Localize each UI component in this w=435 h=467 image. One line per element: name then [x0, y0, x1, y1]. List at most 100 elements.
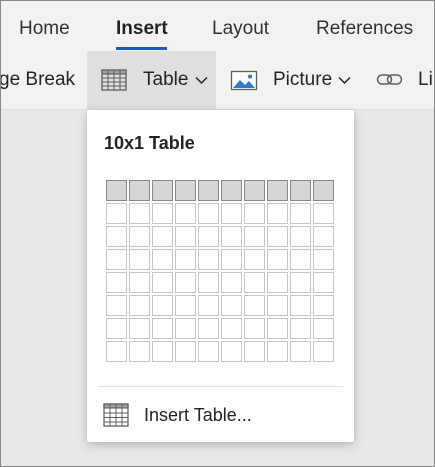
grid-cell[interactable]	[129, 341, 150, 362]
grid-cell[interactable]	[106, 226, 127, 247]
grid-cell[interactable]	[129, 249, 150, 270]
grid-cell[interactable]	[106, 272, 127, 293]
grid-cell-selected[interactable]	[221, 180, 242, 201]
page-break-button[interactable]: ge Break	[1, 51, 75, 109]
grid-cell[interactable]	[244, 295, 265, 316]
grid-cell[interactable]	[244, 341, 265, 362]
grid-cell[interactable]	[313, 203, 334, 224]
grid-cell[interactable]	[290, 318, 311, 339]
grid-cell[interactable]	[313, 318, 334, 339]
grid-cell[interactable]	[198, 249, 219, 270]
insert-table-menu-item[interactable]: Insert Table...	[87, 396, 354, 436]
active-tab-indicator	[116, 47, 167, 50]
grid-cell[interactable]	[106, 295, 127, 316]
grid-cell[interactable]	[152, 226, 173, 247]
grid-cell[interactable]	[290, 295, 311, 316]
grid-cell[interactable]	[221, 249, 242, 270]
grid-cell[interactable]	[152, 295, 173, 316]
grid-cell[interactable]	[267, 295, 288, 316]
grid-cell[interactable]	[152, 249, 173, 270]
grid-cell[interactable]	[198, 341, 219, 362]
grid-cell-selected[interactable]	[267, 180, 288, 201]
grid-cell-selected[interactable]	[152, 180, 173, 201]
grid-cell[interactable]	[313, 341, 334, 362]
grid-cell[interactable]	[152, 341, 173, 362]
grid-cell[interactable]	[221, 295, 242, 316]
grid-cell[interactable]	[290, 341, 311, 362]
tab-insert[interactable]: Insert	[116, 18, 168, 40]
grid-cell[interactable]	[244, 249, 265, 270]
grid-cell[interactable]	[175, 318, 196, 339]
grid-cell[interactable]	[129, 318, 150, 339]
grid-cell[interactable]	[244, 318, 265, 339]
grid-cell[interactable]	[221, 272, 242, 293]
table-size-label: 10x1 Table	[104, 133, 195, 153]
grid-cell[interactable]	[152, 318, 173, 339]
grid-cell-selected[interactable]	[244, 180, 265, 201]
grid-cell[interactable]	[290, 272, 311, 293]
grid-cell[interactable]	[290, 249, 311, 270]
grid-cell[interactable]	[106, 318, 127, 339]
grid-cell[interactable]	[198, 272, 219, 293]
grid-cell[interactable]	[244, 272, 265, 293]
grid-cell[interactable]	[267, 318, 288, 339]
grid-cell[interactable]	[313, 272, 334, 293]
grid-cell[interactable]	[198, 318, 219, 339]
table-grid-picker[interactable]	[106, 180, 337, 365]
grid-cell[interactable]	[267, 341, 288, 362]
tab-references[interactable]: References	[316, 18, 413, 40]
grid-cell[interactable]	[267, 226, 288, 247]
grid-cell[interactable]	[129, 272, 150, 293]
grid-cell[interactable]	[198, 203, 219, 224]
chevron-down-icon	[195, 76, 208, 85]
window-frame: Home Insert Layout References ge Break T…	[0, 0, 435, 467]
grid-cell[interactable]	[175, 226, 196, 247]
grid-cell[interactable]	[313, 295, 334, 316]
grid-cell[interactable]	[290, 226, 311, 247]
grid-cell[interactable]	[106, 249, 127, 270]
grid-cell[interactable]	[313, 249, 334, 270]
picture-button[interactable]: Picture	[230, 51, 351, 109]
grid-cell[interactable]	[175, 341, 196, 362]
grid-cell-selected[interactable]	[129, 180, 150, 201]
grid-cell[interactable]	[129, 203, 150, 224]
grid-cell[interactable]	[106, 341, 127, 362]
grid-cell-selected[interactable]	[106, 180, 127, 201]
table-button-label: Table	[143, 69, 189, 90]
grid-cell[interactable]	[221, 203, 242, 224]
grid-cell-selected[interactable]	[313, 180, 334, 201]
grid-cell[interactable]	[175, 249, 196, 270]
grid-cell[interactable]	[221, 341, 242, 362]
grid-cell-selected[interactable]	[198, 180, 219, 201]
grid-cell[interactable]	[221, 226, 242, 247]
grid-cell[interactable]	[198, 226, 219, 247]
grid-cell[interactable]	[198, 295, 219, 316]
grid-cell[interactable]	[175, 272, 196, 293]
insert-table-label: Insert Table...	[144, 405, 252, 425]
grid-cell[interactable]	[152, 272, 173, 293]
grid-cell[interactable]	[290, 203, 311, 224]
link-icon	[376, 71, 404, 89]
tab-home[interactable]: Home	[19, 18, 70, 40]
insert-table-dropdown: 10x1 Table Insert Table...	[87, 110, 354, 442]
tab-layout[interactable]: Layout	[212, 18, 269, 40]
grid-cell[interactable]	[129, 226, 150, 247]
menu-divider	[98, 386, 343, 387]
grid-cell[interactable]	[106, 203, 127, 224]
grid-cell-selected[interactable]	[175, 180, 196, 201]
grid-cell-selected[interactable]	[290, 180, 311, 201]
table-button[interactable]: Table	[87, 51, 216, 109]
grid-cell[interactable]	[267, 203, 288, 224]
grid-cell[interactable]	[175, 203, 196, 224]
grid-cell[interactable]	[221, 318, 242, 339]
grid-cell[interactable]	[313, 226, 334, 247]
grid-cell[interactable]	[267, 272, 288, 293]
grid-cell[interactable]	[152, 203, 173, 224]
grid-cell[interactable]	[244, 203, 265, 224]
grid-cell[interactable]	[267, 249, 288, 270]
link-button[interactable]: Li	[376, 51, 433, 109]
grid-cell[interactable]	[244, 226, 265, 247]
grid-cell[interactable]	[129, 295, 150, 316]
link-button-label: Li	[418, 69, 433, 90]
grid-cell[interactable]	[175, 295, 196, 316]
